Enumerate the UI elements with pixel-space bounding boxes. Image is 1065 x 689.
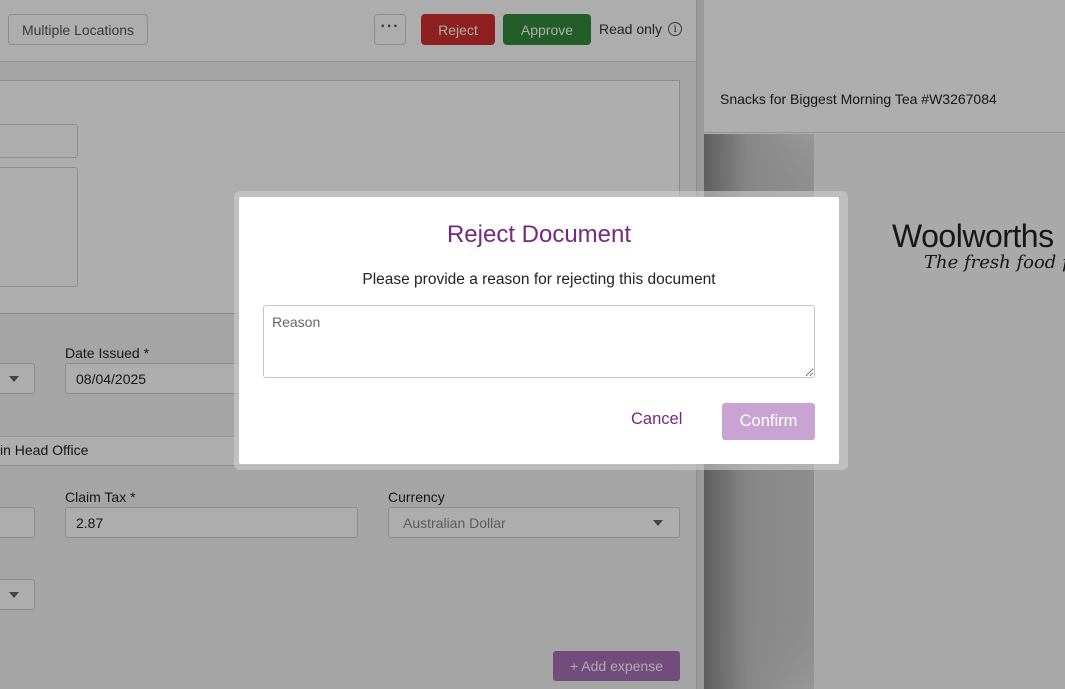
dialog-title: Reject Document: [446, 221, 632, 248]
dialog-description: Please provide a reason for rejecting th…: [362, 271, 716, 288]
cancel-button[interactable]: Cancel: [631, 410, 682, 429]
reject-document-dialog: Reject Document Please provide a reason …: [239, 197, 839, 464]
confirm-button[interactable]: Confirm: [722, 403, 815, 440]
reason-textarea[interactable]: [263, 305, 815, 378]
